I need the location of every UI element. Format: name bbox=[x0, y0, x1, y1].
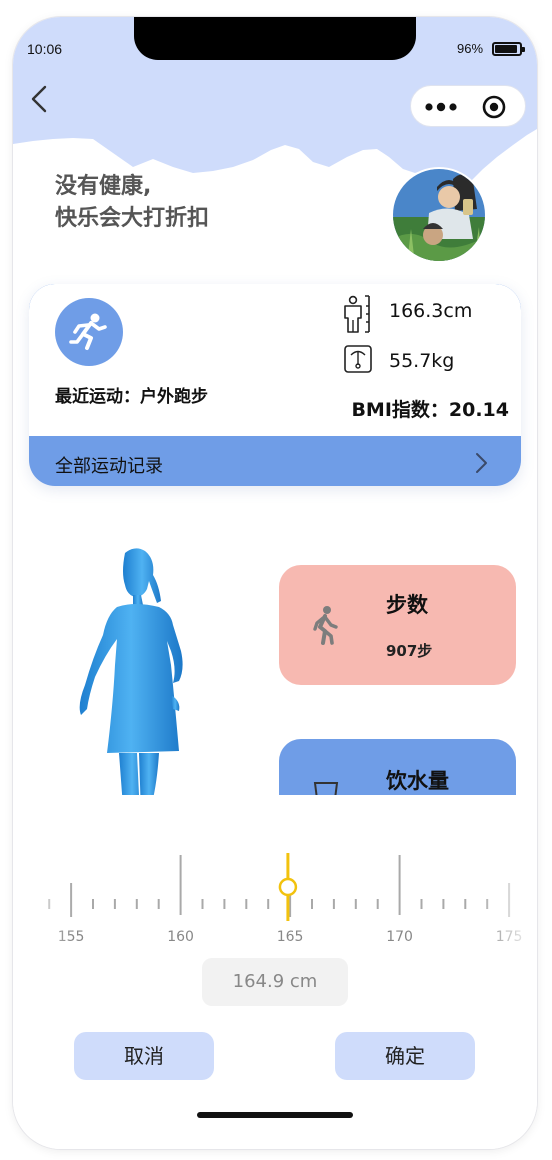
more-button[interactable] bbox=[423, 94, 459, 120]
status-time: 10:06 bbox=[27, 41, 63, 57]
all-records-link[interactable]: 全部运动记录 bbox=[55, 452, 163, 478]
avatar-photo bbox=[393, 169, 485, 261]
confirm-button[interactable]: 确定 bbox=[335, 1032, 475, 1080]
walk-icon bbox=[313, 606, 338, 645]
ruler-pointer-handle[interactable] bbox=[278, 877, 298, 897]
header-background bbox=[13, 17, 537, 307]
ruler-label: 165 bbox=[277, 929, 304, 945]
water-title: 饮水量 bbox=[386, 769, 449, 793]
avatar[interactable] bbox=[391, 167, 487, 263]
more-icon bbox=[425, 102, 457, 112]
slogan-line-2: 快乐会大打折扣 bbox=[55, 206, 210, 231]
ruler-label: 160 bbox=[167, 929, 194, 945]
activity-badge bbox=[55, 298, 123, 366]
height-ruler[interactable]: 155160165170175 bbox=[13, 825, 537, 945]
slogan-line-1: 没有健康, bbox=[55, 174, 152, 199]
slogan: 没有健康, 快乐会大打折扣 bbox=[55, 171, 209, 235]
battery-icon bbox=[492, 42, 525, 56]
weight-value: 55.7kg bbox=[389, 350, 455, 372]
home-indicator bbox=[197, 1112, 353, 1118]
chevron-right-icon[interactable] bbox=[471, 450, 491, 476]
close-miniapp-button[interactable] bbox=[481, 94, 507, 120]
ruler-label: 170 bbox=[386, 929, 413, 945]
selected-height-display: 164.9 cm bbox=[202, 958, 348, 1006]
phone-screen: 10:06 96% 没有健康, 快乐会大打折扣 最近运动：户外跑步 166.3c… bbox=[13, 17, 537, 1149]
recent-activity: 最近运动：户外跑步 bbox=[55, 387, 208, 407]
scale-icon bbox=[344, 345, 372, 373]
back-button[interactable] bbox=[25, 81, 53, 117]
steps-tile[interactable]: 步数 907步 bbox=[279, 565, 516, 685]
summary-card: 最近运动：户外跑步 166.3cm 55.7kg BMI指数：20.14 全部运… bbox=[29, 284, 521, 486]
steps-value: 907步 bbox=[386, 642, 433, 660]
camera-notch bbox=[134, 17, 416, 60]
battery-percent: 96% bbox=[457, 41, 484, 56]
height-picker-panel: 155160165170175 164.9 cm 取消 确定 bbox=[13, 795, 537, 1149]
steps-title: 步数 bbox=[386, 593, 428, 617]
miniapp-capsule bbox=[410, 85, 526, 127]
run-icon bbox=[69, 313, 107, 350]
cancel-button[interactable]: 取消 bbox=[74, 1032, 214, 1080]
bmi-value: BMI指数：20.14 bbox=[351, 399, 509, 421]
summary-card-top: 最近运动：户外跑步 166.3cm 55.7kg BMI指数：20.14 bbox=[29, 284, 521, 436]
target-icon bbox=[482, 95, 506, 119]
back-icon bbox=[31, 85, 47, 113]
height-icon bbox=[344, 295, 370, 333]
height-value: 166.3cm bbox=[389, 300, 473, 322]
